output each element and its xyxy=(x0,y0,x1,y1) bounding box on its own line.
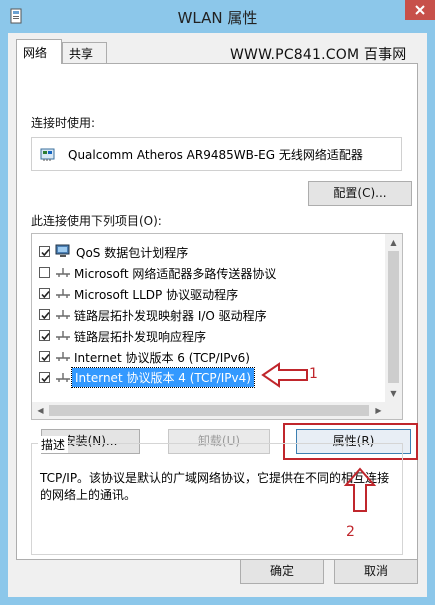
item-label: 链路层拓扑发现映射器 I/O 驱动程序 xyxy=(74,309,267,323)
cancel-button[interactable]: 取消 xyxy=(334,559,418,584)
adapter-field: Qualcomm Atheros AR9485WB-EG 无线网络适配器 xyxy=(31,137,402,171)
ok-button[interactable]: 确定 xyxy=(240,559,324,584)
protocol-icon xyxy=(55,286,71,303)
item-checkbox[interactable] xyxy=(39,372,50,383)
item-label: 链路层拓扑发现响应程序 xyxy=(74,330,207,344)
vertical-scrollbar[interactable]: ▲ ▼ xyxy=(385,234,402,402)
list-item[interactable]: Microsoft 网络适配器多路传送器协议 xyxy=(32,262,387,283)
checkmark-icon xyxy=(41,332,50,341)
item-label: Internet 协议版本 6 (TCP/IPv6) xyxy=(74,351,250,365)
list-item[interactable]: Microsoft LLDP 协议驱动程序 xyxy=(32,283,387,304)
configure-button[interactable]: 配置(C)... xyxy=(308,181,412,206)
protocol-icon xyxy=(55,328,71,345)
list-item[interactable]: QoS 数据包计划程序 xyxy=(32,241,387,262)
annotation-number-2: 2 xyxy=(346,524,355,540)
scrollbar-corner xyxy=(385,402,402,419)
items-label: 此连接使用下列项目(O): xyxy=(31,214,162,228)
description-title: 描述 xyxy=(38,436,69,453)
list-item[interactable]: 链路层拓扑发现响应程序 xyxy=(32,325,387,346)
protocol-icon xyxy=(55,349,71,366)
protocol-icon xyxy=(55,265,71,282)
item-checkbox[interactable] xyxy=(39,351,50,362)
dialog-client: 网络 共享 WWW.PC841.COM 百事网 连接时使用: Qualcomm … xyxy=(8,33,427,597)
list-item[interactable]: 链路层拓扑发现映射器 I/O 驱动程序 xyxy=(32,304,387,325)
connect-using-label: 连接时使用: xyxy=(31,116,96,130)
item-label: QoS 数据包计划程序 xyxy=(76,246,189,260)
scroll-down-arrow-icon[interactable]: ▼ xyxy=(385,385,402,402)
protocol-icon xyxy=(55,307,71,324)
window-title: WLAN 属性 xyxy=(177,9,258,27)
checkmark-icon xyxy=(41,311,50,320)
checkmark-icon xyxy=(41,353,50,362)
scroll-thumb[interactable] xyxy=(49,405,369,416)
item-label: Microsoft LLDP 协议驱动程序 xyxy=(74,288,239,302)
annotation-arrow-up-icon xyxy=(343,467,377,512)
list-item-selected[interactable]: Internet 协议版本 4 (TCP/IPv4) xyxy=(32,367,387,388)
scroll-left-arrow-icon[interactable]: ◀ xyxy=(32,402,49,419)
item-checkbox[interactable] xyxy=(39,267,50,278)
site-watermark: WWW.PC841.COM 百事网 xyxy=(230,47,407,63)
item-label: Microsoft 网络适配器多路传送器协议 xyxy=(74,267,277,281)
components-list[interactable]: QoS 数据包计划程序 Microsoft 网络适配器多路传送器协议 Micro… xyxy=(31,233,403,420)
item-label: Internet 协议版本 4 (TCP/IPv4) xyxy=(71,367,255,388)
annotation-arrow-left-icon xyxy=(261,362,308,388)
title-bar[interactable]: WLAN 属性 xyxy=(0,0,435,33)
network-adapter-icon xyxy=(40,146,58,165)
item-checkbox[interactable] xyxy=(39,330,50,341)
horizontal-scrollbar[interactable]: ◀ ▶ xyxy=(32,402,387,419)
checkmark-icon xyxy=(41,374,50,383)
item-checkbox[interactable] xyxy=(39,246,50,257)
networking-tab-page: 连接时使用: Qualcomm Atheros AR9485WB-EG 无线网络… xyxy=(16,63,418,560)
scroll-thumb[interactable] xyxy=(388,251,399,383)
close-icon xyxy=(415,5,425,15)
checkmark-icon xyxy=(41,290,50,299)
adapter-name: Qualcomm Atheros AR9485WB-EG 无线网络适配器 xyxy=(68,148,363,162)
annotation-number-1: 1 xyxy=(309,366,318,382)
list-item[interactable]: Internet 协议版本 6 (TCP/IPv6) xyxy=(32,346,387,367)
qos-icon xyxy=(55,244,71,261)
scroll-up-arrow-icon[interactable]: ▲ xyxy=(385,234,402,251)
tab-networking[interactable]: 网络 xyxy=(16,39,62,64)
description-text: TCP/IP。该协议是默认的广域网络协议，它提供在不同的相互连接的网络上的通讯。 xyxy=(40,471,390,502)
wlan-properties-window: WLAN 属性 网络 共享 WWW.PC841.COM 百事网 连接时使用: Q… xyxy=(0,0,435,605)
checkmark-icon xyxy=(41,248,50,257)
protocol-icon xyxy=(55,370,71,387)
tab-sharing[interactable]: 共享 xyxy=(62,42,107,63)
close-button[interactable] xyxy=(405,0,435,20)
item-checkbox[interactable] xyxy=(39,309,50,320)
item-checkbox[interactable] xyxy=(39,288,50,299)
